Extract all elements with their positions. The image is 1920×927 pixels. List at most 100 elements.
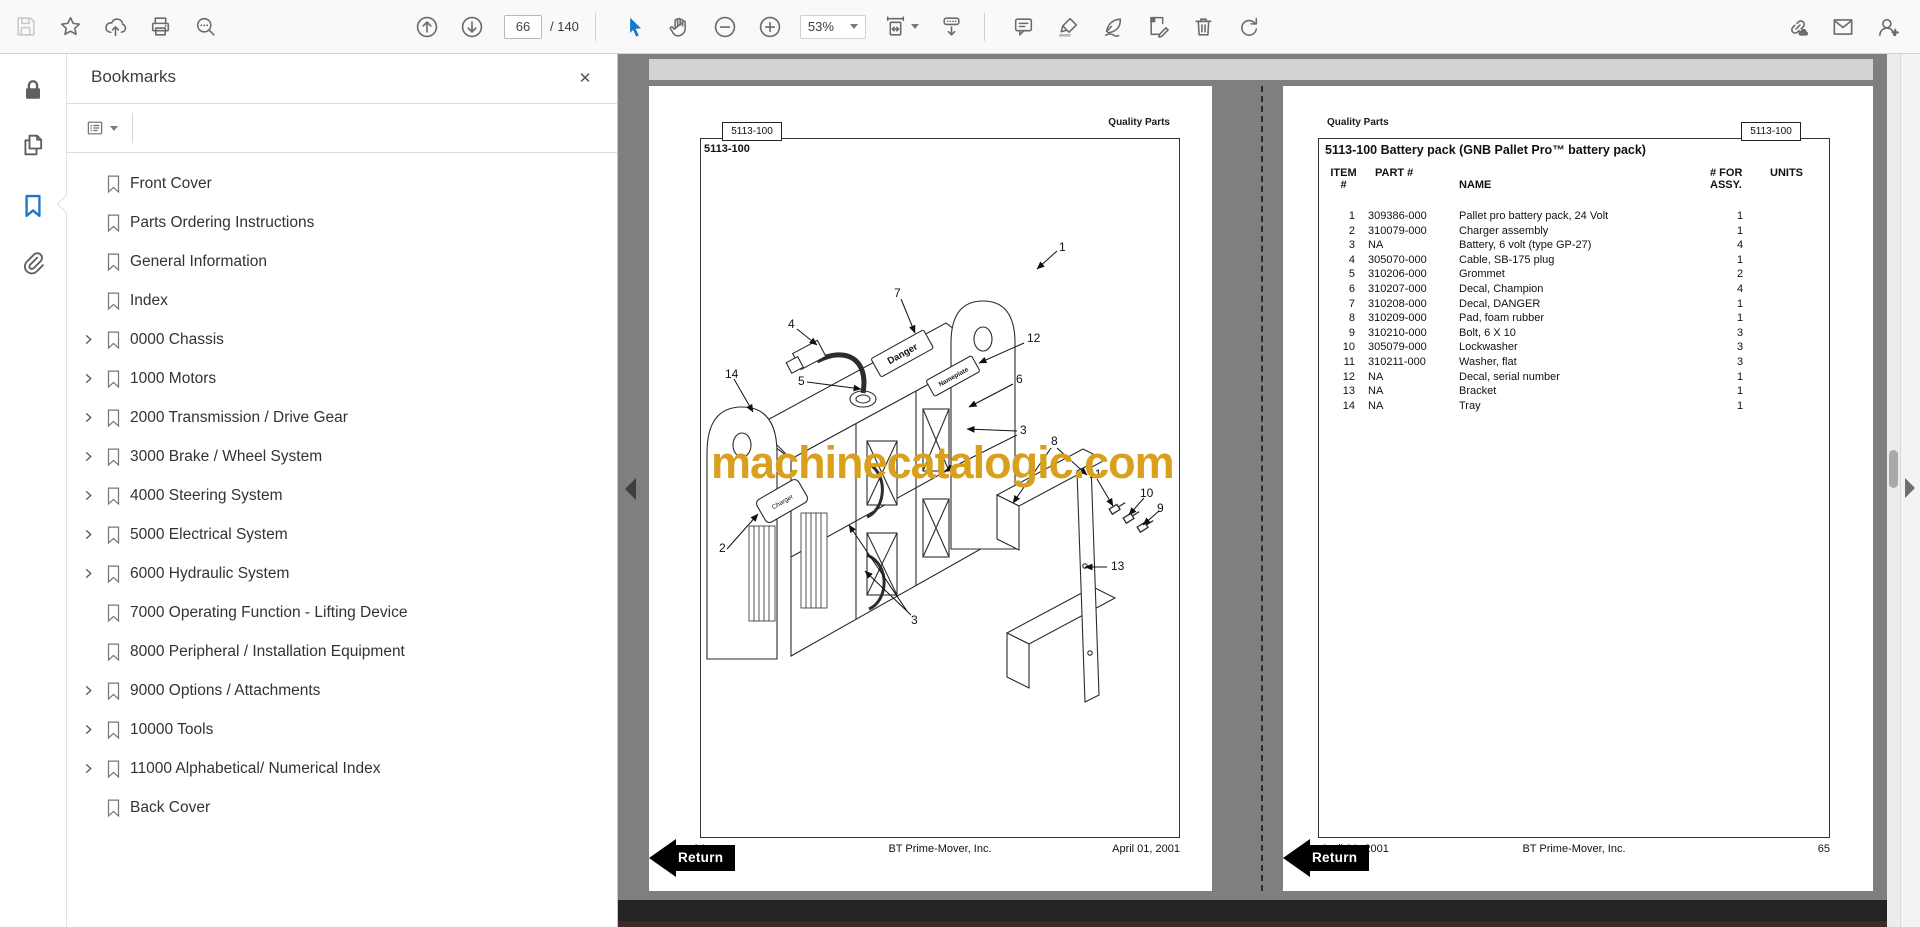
bookmark-item[interactable]: General Information xyxy=(67,242,617,281)
page-up-icon[interactable] xyxy=(411,11,443,43)
bookmark-item[interactable]: 1000 Motors xyxy=(67,359,617,398)
redo-icon[interactable] xyxy=(1233,11,1265,43)
bookmark-icon xyxy=(107,642,119,661)
star-icon[interactable] xyxy=(54,11,86,43)
expand-chevron-icon[interactable] xyxy=(77,412,99,423)
sidebar-collapse-handle[interactable] xyxy=(625,478,636,500)
expand-chevron-icon[interactable] xyxy=(77,373,99,384)
print-icon[interactable] xyxy=(144,11,176,43)
expand-chevron-icon[interactable] xyxy=(77,763,99,774)
share-upload-icon[interactable] xyxy=(99,11,131,43)
bookmark-options-button[interactable] xyxy=(85,118,118,138)
bookmark-icon xyxy=(101,798,125,818)
expand-chevron-icon[interactable] xyxy=(77,334,99,345)
callout-7: 7 xyxy=(894,286,901,300)
return-button[interactable]: Return xyxy=(649,839,736,877)
scrollbar-thumb[interactable] xyxy=(1889,450,1898,488)
bookmark-icon xyxy=(107,798,119,817)
bookmark-item[interactable]: 5000 Electrical System xyxy=(67,515,617,554)
chevron-right-icon xyxy=(85,763,92,774)
bookmark-item[interactable]: 6000 Hydraulic System xyxy=(67,554,617,593)
bookmark-item-label: 11000 Alphabetical/ Numerical Index xyxy=(130,759,381,777)
bookmark-icon xyxy=(107,291,119,310)
bookmark-item[interactable]: 0000 Chassis xyxy=(67,320,617,359)
expand-chevron-icon[interactable] xyxy=(77,451,99,462)
zoom-in-icon[interactable] xyxy=(754,11,786,43)
sign-icon[interactable] xyxy=(1098,11,1130,43)
options-list-icon xyxy=(87,121,103,135)
bookmark-icon xyxy=(107,525,119,544)
expand-chevron-icon[interactable] xyxy=(77,724,99,735)
expand-chevron-icon[interactable] xyxy=(77,529,99,540)
callout-13: 13 xyxy=(1111,559,1125,573)
panel-title: Bookmarks xyxy=(91,67,177,86)
toolbar: 66 / 140 53% xyxy=(0,0,1920,54)
page-down-icon[interactable] xyxy=(456,11,488,43)
bookmark-item[interactable]: 8000 Peripheral / Installation Equipment xyxy=(67,632,617,671)
expand-chevron-icon[interactable] xyxy=(77,685,99,696)
chevron-right-icon xyxy=(85,685,92,696)
bookmark-item[interactable]: Front Cover xyxy=(67,164,617,203)
bookmark-item-label: 2000 Transmission / Drive Gear xyxy=(130,408,348,426)
bookmark-item[interactable]: 2000 Transmission / Drive Gear xyxy=(67,398,617,437)
attachments-icon[interactable] xyxy=(0,240,66,286)
pdf-page-number: 65 xyxy=(1817,843,1830,855)
pdf-page-left: 5113-100 Quality Parts 5113-100 Danger N… xyxy=(649,86,1212,891)
bookmark-icon xyxy=(107,252,119,271)
bookmark-icon xyxy=(101,681,125,701)
select-tool-icon[interactable] xyxy=(619,11,651,43)
bookmark-icon xyxy=(101,447,125,467)
bookmark-item[interactable]: 9000 Options / Attachments xyxy=(67,671,617,710)
return-button[interactable]: Return xyxy=(1283,839,1370,877)
bookmark-icon xyxy=(101,330,125,350)
scroll-mode-icon[interactable] xyxy=(936,11,968,43)
bookmarks-panel-icon[interactable] xyxy=(0,183,66,229)
parts-table-row: 12 NA Decal, serial number 1 xyxy=(1342,370,1744,383)
search-icon[interactable] xyxy=(189,11,221,43)
exploded-diagram: Danger Nameplate Charger 1 7 4 5 14 12 6… xyxy=(706,240,1164,703)
page-number-value: 66 xyxy=(515,19,531,34)
section-heading: 5113-100 xyxy=(704,143,750,155)
parts-table-body: 1 309386-000 Pallet pro battery pack, 24 V… xyxy=(1319,209,1829,413)
delete-icon[interactable] xyxy=(1188,11,1220,43)
tools-pane-collapse-handle[interactable] xyxy=(1905,478,1915,498)
lock-icon[interactable] xyxy=(0,67,66,113)
bookmark-item[interactable]: Parts Ordering Instructions xyxy=(67,203,617,242)
close-icon[interactable]: ✕ xyxy=(573,66,597,90)
expand-chevron-icon[interactable] xyxy=(77,490,99,501)
comment-icon[interactable] xyxy=(1008,11,1040,43)
callout-2: 2 xyxy=(719,541,726,555)
edit-pdf-icon[interactable] xyxy=(1143,11,1175,43)
bookmark-item[interactable]: 11000 Alphabetical/ Numerical Index xyxy=(67,749,617,788)
bookmark-icon xyxy=(101,291,125,311)
bookmark-item[interactable]: Back Cover xyxy=(67,788,617,827)
page-thumbnails-icon[interactable] xyxy=(0,122,66,168)
page-number-input[interactable]: 66 xyxy=(504,14,542,39)
zoom-out-icon[interactable] xyxy=(709,11,741,43)
bookmark-icon xyxy=(107,213,119,232)
save-icon[interactable] xyxy=(9,11,41,43)
vertical-scrollbar[interactable] xyxy=(1887,54,1900,927)
bookmark-item[interactable]: 10000 Tools xyxy=(67,710,617,749)
bookmark-item[interactable]: 3000 Brake / Wheel System xyxy=(67,437,617,476)
active-panel-notch xyxy=(58,195,67,213)
bookmark-item-label: Back Cover xyxy=(130,798,211,816)
hand-tool-icon[interactable] xyxy=(664,11,696,43)
nav-icon-strip xyxy=(0,54,67,927)
share-link-icon[interactable] xyxy=(1782,11,1814,43)
page-tag-box: 5113-100 xyxy=(722,122,782,141)
highlight-icon[interactable] xyxy=(1053,11,1085,43)
email-icon[interactable] xyxy=(1827,11,1859,43)
parts-table-row: 10 305079-000 Lockwasher 3 xyxy=(1342,341,1744,354)
chevron-right-icon xyxy=(85,334,92,345)
bookmark-icon xyxy=(101,252,125,272)
bookmark-item[interactable]: Index xyxy=(67,281,617,320)
account-add-icon[interactable] xyxy=(1872,11,1904,43)
parts-table-row: 11 310211-000 Washer, flat 3 xyxy=(1343,355,1744,368)
fit-width-icon[interactable] xyxy=(879,11,923,43)
zoom-level-select[interactable]: 53% xyxy=(799,14,866,39)
bookmark-icon xyxy=(101,720,125,740)
bookmark-item[interactable]: 7000 Operating Function - Lifting Device xyxy=(67,593,617,632)
bookmark-item[interactable]: 4000 Steering System xyxy=(67,476,617,515)
expand-chevron-icon[interactable] xyxy=(77,568,99,579)
